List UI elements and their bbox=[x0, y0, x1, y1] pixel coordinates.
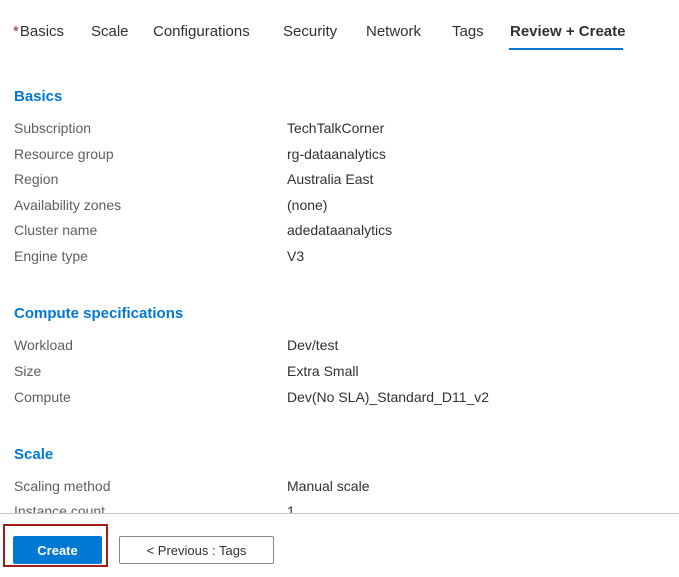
tab-review-create[interactable]: Review + Create bbox=[510, 23, 625, 40]
tab-basics[interactable]: *Basics bbox=[13, 23, 64, 40]
active-tab-indicator bbox=[509, 48, 623, 50]
tab-configurations[interactable]: Configurations bbox=[153, 23, 250, 40]
previous-tags-button[interactable]: < Previous : Tags bbox=[119, 536, 274, 564]
label-scaling-method: Scaling method bbox=[14, 478, 111, 494]
label-cluster-name: Cluster name bbox=[14, 222, 98, 238]
value-engine-type: V3 bbox=[287, 248, 305, 264]
value-cluster-name: adedataanalytics bbox=[287, 222, 393, 238]
value-compute: Dev(No SLA)_Standard_D11_v2 bbox=[287, 389, 490, 405]
tab-security[interactable]: Security bbox=[283, 23, 337, 40]
label-resource-group: Resource group bbox=[14, 146, 114, 162]
create-button[interactable]: Create bbox=[13, 536, 102, 564]
required-marker: * bbox=[13, 23, 19, 40]
review-content[interactable]: Basics Subscription TechTalkCorner Resou… bbox=[0, 60, 679, 513]
label-availability-zones: Availability zones bbox=[14, 197, 122, 213]
tab-tags[interactable]: Tags bbox=[452, 23, 484, 40]
value-scaling-method: Manual scale bbox=[287, 478, 370, 494]
label-instance-count: Instance count bbox=[14, 503, 106, 513]
section-title-scale: Scale bbox=[14, 446, 54, 463]
value-availability-zones: (none) bbox=[287, 197, 328, 213]
value-instance-count: 1 bbox=[287, 503, 295, 513]
label-subscription: Subscription bbox=[14, 120, 92, 136]
tab-scale[interactable]: Scale bbox=[91, 23, 129, 40]
value-subscription: TechTalkCorner bbox=[287, 120, 385, 136]
label-size: Size bbox=[14, 363, 42, 379]
value-workload: Dev/test bbox=[287, 337, 339, 353]
label-engine-type: Engine type bbox=[14, 248, 88, 264]
wizard-footer: Create < Previous : Tags bbox=[0, 513, 679, 577]
section-title-basics: Basics bbox=[14, 88, 63, 105]
section-title-compute: Compute specifications bbox=[14, 305, 184, 322]
label-workload: Workload bbox=[14, 337, 73, 353]
tab-basics-label: Basics bbox=[19, 23, 65, 40]
value-resource-group: rg-dataanalytics bbox=[287, 146, 386, 162]
label-compute: Compute bbox=[14, 389, 71, 405]
wizard-tabs: *Basics Scale Configurations Security Ne… bbox=[0, 0, 679, 60]
value-size: Extra Small bbox=[287, 363, 359, 379]
label-region: Region bbox=[14, 171, 59, 187]
tab-network[interactable]: Network bbox=[366, 23, 421, 40]
value-region: Australia East bbox=[287, 171, 374, 187]
